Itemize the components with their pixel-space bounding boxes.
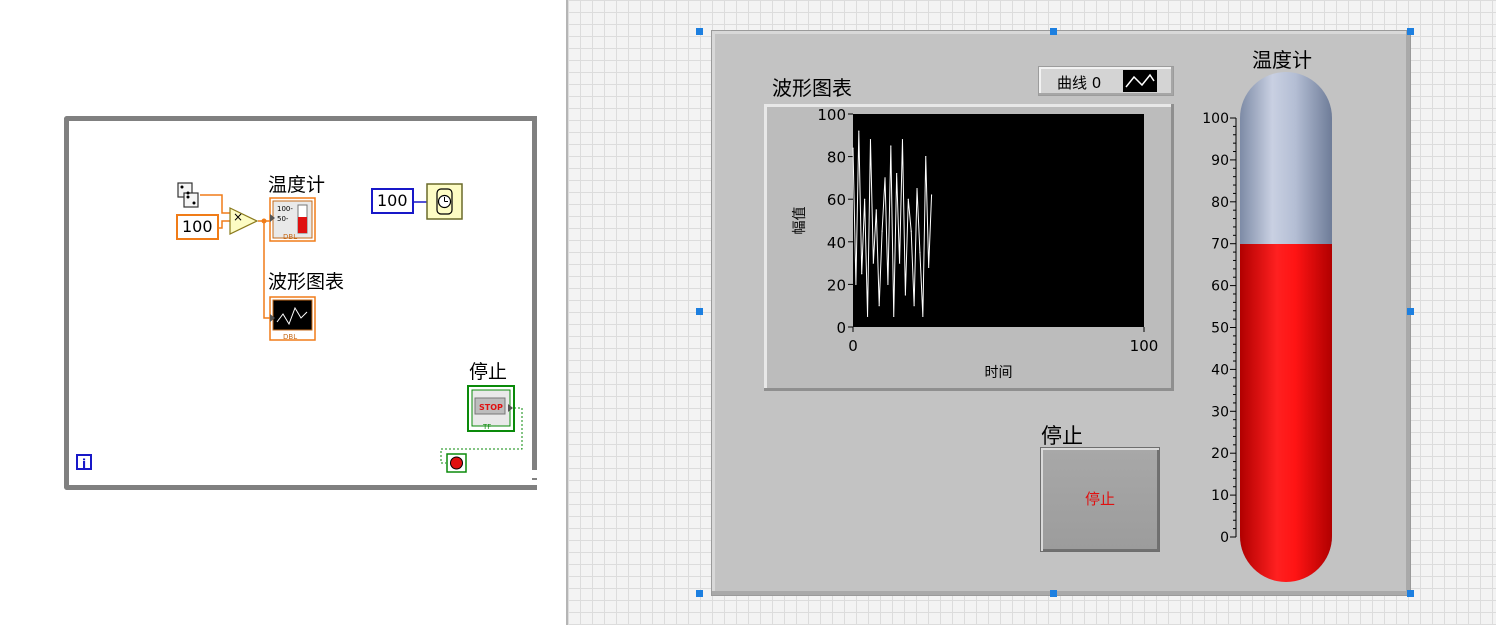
waveform-chart-terminal-label: 波形图表 xyxy=(268,271,345,293)
series-line-0 xyxy=(852,131,933,317)
data-point xyxy=(919,251,921,254)
thermometer-title: 温度计 xyxy=(1252,48,1312,72)
plot-legend[interactable]: 曲线 0 xyxy=(1038,66,1174,96)
data-point xyxy=(901,138,904,141)
data-point xyxy=(872,262,874,264)
data-point xyxy=(890,145,892,147)
scale-label: 60 xyxy=(1211,279,1229,295)
block-diagram: 100 × 温度计 100- 50- DBL 波形图表 DBL 100 停止 S… xyxy=(0,0,566,625)
data-point xyxy=(858,130,860,132)
scale-label: 80 xyxy=(1211,195,1229,211)
selection-handle-ml[interactable] xyxy=(696,308,703,315)
data-point xyxy=(907,198,909,200)
stop-icon-text: STOP xyxy=(479,403,503,412)
x-tick-label: 0 xyxy=(848,337,858,355)
numeric-constant-100[interactable]: 100 xyxy=(176,214,219,240)
data-point xyxy=(893,315,895,317)
selection-handle-tl[interactable] xyxy=(696,28,703,35)
wait-ms-icon[interactable] xyxy=(426,183,464,221)
y-axis-label: 幅值 xyxy=(792,207,808,235)
y-tick-label: 40 xyxy=(827,234,846,252)
data-point xyxy=(916,187,918,190)
stop-button-label: 停止 xyxy=(1041,424,1083,448)
data-point xyxy=(887,283,889,285)
iteration-terminal[interactable]: i xyxy=(76,454,92,471)
chart-layer: 0 20 40 60 80 100 0 100 时间 幅值 xyxy=(792,106,1159,381)
plot-legend-label: 曲线 0 xyxy=(1057,74,1102,92)
data-point xyxy=(869,138,872,141)
thermometer-scale: 0 10 20 30 40 50 60 70 80 90 100 xyxy=(1202,111,1237,546)
data-point xyxy=(866,315,869,317)
scale-label: 10 xyxy=(1211,488,1229,504)
selection-handle-bl[interactable] xyxy=(696,590,703,597)
scale-label: 40 xyxy=(1211,362,1229,378)
x-tick-label: 100 xyxy=(1130,337,1159,355)
y-tick-label: 80 xyxy=(827,149,846,167)
thermometer-fill xyxy=(1240,243,1332,582)
data-point xyxy=(896,173,898,175)
y-tick-label: 0 xyxy=(836,319,846,337)
data-point xyxy=(855,283,857,285)
data-point xyxy=(930,194,933,196)
data-point xyxy=(864,198,866,200)
stop-icon-tf: TF xyxy=(482,423,491,431)
thermometer[interactable] xyxy=(1240,72,1332,582)
scale-label: 30 xyxy=(1211,404,1229,420)
svg-text:100-: 100- xyxy=(277,205,293,213)
data-point xyxy=(922,315,924,317)
stop-terminal-icon[interactable]: STOP TF xyxy=(467,385,517,433)
data-point xyxy=(898,262,901,264)
y-tick-label: 60 xyxy=(827,191,846,209)
thermometer-icon-type: DBL xyxy=(283,233,297,241)
y-tick-label: 100 xyxy=(817,106,846,124)
data-point xyxy=(904,294,906,296)
plot-style-icon xyxy=(1123,70,1157,92)
multiply-symbol: × xyxy=(233,210,244,224)
random-number-icon[interactable] xyxy=(175,181,203,211)
selection-handle-mr[interactable] xyxy=(1407,308,1414,315)
scale-label: 20 xyxy=(1211,446,1229,462)
scale-label: 0 xyxy=(1220,530,1229,546)
selection-handle-br[interactable] xyxy=(1407,590,1414,597)
data-point xyxy=(875,209,877,211)
stop-terminal-label: 停止 xyxy=(469,361,508,383)
scale-label: 50 xyxy=(1211,321,1229,337)
waveform-icon-type: DBL xyxy=(283,333,297,341)
y-tick-label: 20 xyxy=(827,276,846,294)
data-point xyxy=(910,230,912,232)
thermometer-terminal-label: 温度计 xyxy=(268,174,326,196)
selection-handle-tm[interactable] xyxy=(1050,28,1057,35)
selection-handle-tr[interactable] xyxy=(1407,28,1414,35)
data-point xyxy=(884,177,886,179)
x-axis-label: 时间 xyxy=(985,365,1013,381)
data-point xyxy=(852,147,854,149)
waveform-chart-terminal-icon[interactable]: DBL xyxy=(269,296,317,342)
svg-text:50-: 50- xyxy=(277,215,289,223)
scale-label: 70 xyxy=(1211,237,1229,253)
scale-label: 90 xyxy=(1211,153,1229,169)
data-point xyxy=(881,230,883,232)
data-point xyxy=(928,266,930,268)
scale-label: 100 xyxy=(1202,111,1229,127)
stop-button[interactable]: 停止 xyxy=(1040,447,1160,552)
loop-condition-icon[interactable] xyxy=(446,453,468,473)
data-point xyxy=(925,156,927,158)
selection-handle-bm[interactable] xyxy=(1050,590,1057,597)
data-point xyxy=(913,305,915,307)
wait-ms-constant[interactable]: 100 xyxy=(371,188,414,214)
waveform-chart-title: 波形图表 xyxy=(772,76,852,100)
thermometer-terminal-icon[interactable]: 100- 50- DBL xyxy=(269,197,317,243)
data-point xyxy=(878,305,880,307)
data-point xyxy=(861,273,863,275)
